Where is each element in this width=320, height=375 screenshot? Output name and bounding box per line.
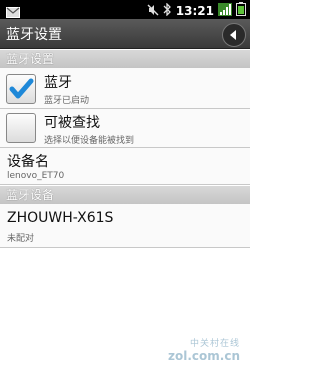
- bluetooth-title: 蓝牙: [44, 75, 72, 91]
- watermark: 中关村在线 zol.com.cn: [168, 336, 240, 363]
- signal-icon: [218, 1, 232, 20]
- section-header-bluetooth-devices: 蓝牙设备: [0, 186, 250, 204]
- watermark-text: 中关村在线: [189, 339, 240, 349]
- discoverable-subtitle: 选择以便设备能被找到: [44, 136, 135, 146]
- device-pair-status: 未配对: [7, 234, 35, 244]
- bluetooth-icon: [163, 1, 172, 20]
- bluetooth-toggle-row[interactable]: 蓝牙 蓝牙已启动: [0, 68, 250, 109]
- title-bar: 蓝牙设置: [0, 19, 250, 49]
- discoverable-checkbox[interactable]: [6, 113, 36, 143]
- device-name-title: 设备名: [7, 154, 49, 170]
- battery-icon: [236, 1, 246, 20]
- bluetooth-checkbox[interactable]: [6, 74, 36, 104]
- device-name-row[interactable]: 设备名 lenovo_ET70: [0, 148, 250, 185]
- page-title: 蓝牙设置: [6, 27, 62, 43]
- section-header-bluetooth-settings: 蓝牙设置: [0, 50, 250, 68]
- discoverable-title: 可被查找: [44, 115, 100, 131]
- status-time: 13:21: [175, 3, 214, 18]
- device-name: ZHOUWH-X61S: [7, 210, 114, 226]
- checkmark-icon: [7, 78, 35, 107]
- back-arrow-icon: [223, 30, 245, 50]
- status-bar: 13:21: [0, 0, 250, 19]
- device-name-value: lenovo_ET70: [7, 171, 65, 181]
- bluetooth-subtitle: 蓝牙已启动: [44, 96, 90, 106]
- back-button[interactable]: [222, 23, 246, 47]
- watermark-url: zol.com.cn: [168, 349, 240, 363]
- device-row[interactable]: ZHOUWH-X61S 未配对: [0, 204, 250, 248]
- mute-icon: [147, 1, 159, 20]
- discoverable-toggle-row[interactable]: 可被查找 选择以便设备能被找到: [0, 109, 250, 148]
